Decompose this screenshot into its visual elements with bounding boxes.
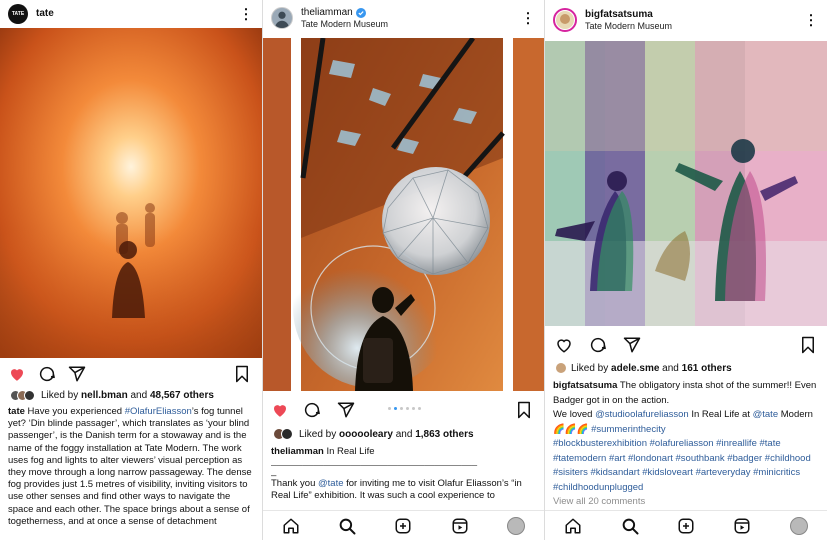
post-actions [545,333,827,357]
liked-by-user[interactable]: adele.sme [611,363,659,374]
post-image-fog-tunnel[interactable] [0,28,262,358]
more-options-icon[interactable]: ⋮ [239,6,253,23]
verified-badge-icon [355,7,366,18]
bookmark-icon[interactable] [800,336,816,354]
carousel-indicator [388,407,421,410]
location[interactable]: Tate Modern Museum [301,19,388,30]
reels-icon[interactable] [449,515,471,537]
reels-icon[interactable] [731,515,753,537]
hashtag-link[interactable]: #summerinthecity [591,424,665,435]
location[interactable]: Tate Modern Museum [585,21,672,32]
likes-summary[interactable]: Liked by oooooleary and 1,863 others [273,428,538,440]
avatar[interactable] [271,7,293,29]
caption-username[interactable]: theliamman [271,446,324,457]
username[interactable]: tate [36,8,54,20]
liked-by-count[interactable]: 48,567 others [150,390,214,401]
avatar[interactable] [553,8,577,32]
liked-by-user[interactable]: oooooleary [339,429,393,440]
post-panel-tate: TATE tate ⋮ Liked by nell.bman and 48,56… [0,0,262,540]
post-carousel[interactable] [263,38,544,391]
profile-avatar[interactable] [788,515,810,537]
home-icon[interactable] [280,515,302,537]
more-options-icon[interactable]: ⋮ [804,12,818,29]
search-icon[interactable] [619,515,641,537]
comment-icon[interactable] [589,336,607,354]
share-icon[interactable] [337,401,355,419]
mention-link[interactable]: @studioolafureliasson [595,409,689,420]
liked-by-count[interactable]: 161 others [682,363,732,374]
add-post-icon[interactable] [392,515,414,537]
username[interactable]: theliamman [301,7,353,19]
add-post-icon[interactable] [675,515,697,537]
share-icon[interactable] [68,365,86,383]
post-actions [0,362,262,386]
post-header: theliamman Tate Modern Museum ⋮ [263,0,544,36]
post-actions [263,398,544,422]
bookmark-icon[interactable] [516,401,532,419]
post-header: bigfatsatsuma Tate Modern Museum ⋮ [545,0,827,40]
profile-avatar[interactable] [505,515,527,537]
liked-by-count[interactable]: 1,863 others [415,429,473,440]
liked-by-user[interactable]: nell.bman [81,390,128,401]
mention-link[interactable]: @tate [753,409,779,420]
heart-filled-icon[interactable] [271,401,289,419]
liker-avatars [555,362,567,374]
bottom-nav [263,510,544,540]
liker-avatars [273,428,293,440]
bottom-nav [545,510,827,540]
caption-username[interactable]: tate [8,406,25,417]
post-caption: theliamman In Real Life ________________… [271,446,522,502]
likes-summary[interactable]: Liked by nell.bman and 48,567 others [10,390,256,401]
hashtag-link[interactable]: #OlafurEliasson [125,406,192,417]
post-caption: bigfatsatsuma The obligatory insta shot … [553,379,821,510]
share-icon[interactable] [623,336,641,354]
username[interactable]: bigfatsatsuma [585,9,672,21]
avatar[interactable]: TATE [8,4,28,24]
liker-avatars [10,390,35,401]
view-comments-link[interactable]: View all 20 comments [553,495,821,510]
hashtag-list[interactable]: #blockbusterexhibition #olafureliasson #… [553,438,811,493]
caption-username[interactable]: bigfatsatsuma [553,380,617,391]
post-panel-theliamman: theliamman Tate Modern Museum ⋮ Liked by… [263,0,544,540]
heart-icon[interactable] [555,336,573,354]
rainbow-emoji: 🌈🌈🌈 [553,423,589,435]
search-icon[interactable] [336,515,358,537]
home-icon[interactable] [562,515,584,537]
post-image-shadow-installation[interactable] [545,41,827,326]
more-options-icon[interactable]: ⋮ [521,10,535,27]
likes-summary[interactable]: Liked by adele.sme and 161 others [555,362,821,374]
heart-filled-icon[interactable] [8,365,26,383]
bookmark-icon[interactable] [234,365,250,383]
post-panel-bigfatsatsuma: bigfatsatsuma Tate Modern Museum ⋮ Liked… [545,0,827,540]
comment-icon[interactable] [38,365,56,383]
post-caption: tate Have you experienced #OlafurEliasso… [8,406,252,527]
comment-icon[interactable] [303,401,321,419]
mention-link[interactable]: @tate [318,478,344,489]
post-header: TATE tate ⋮ [0,0,262,28]
